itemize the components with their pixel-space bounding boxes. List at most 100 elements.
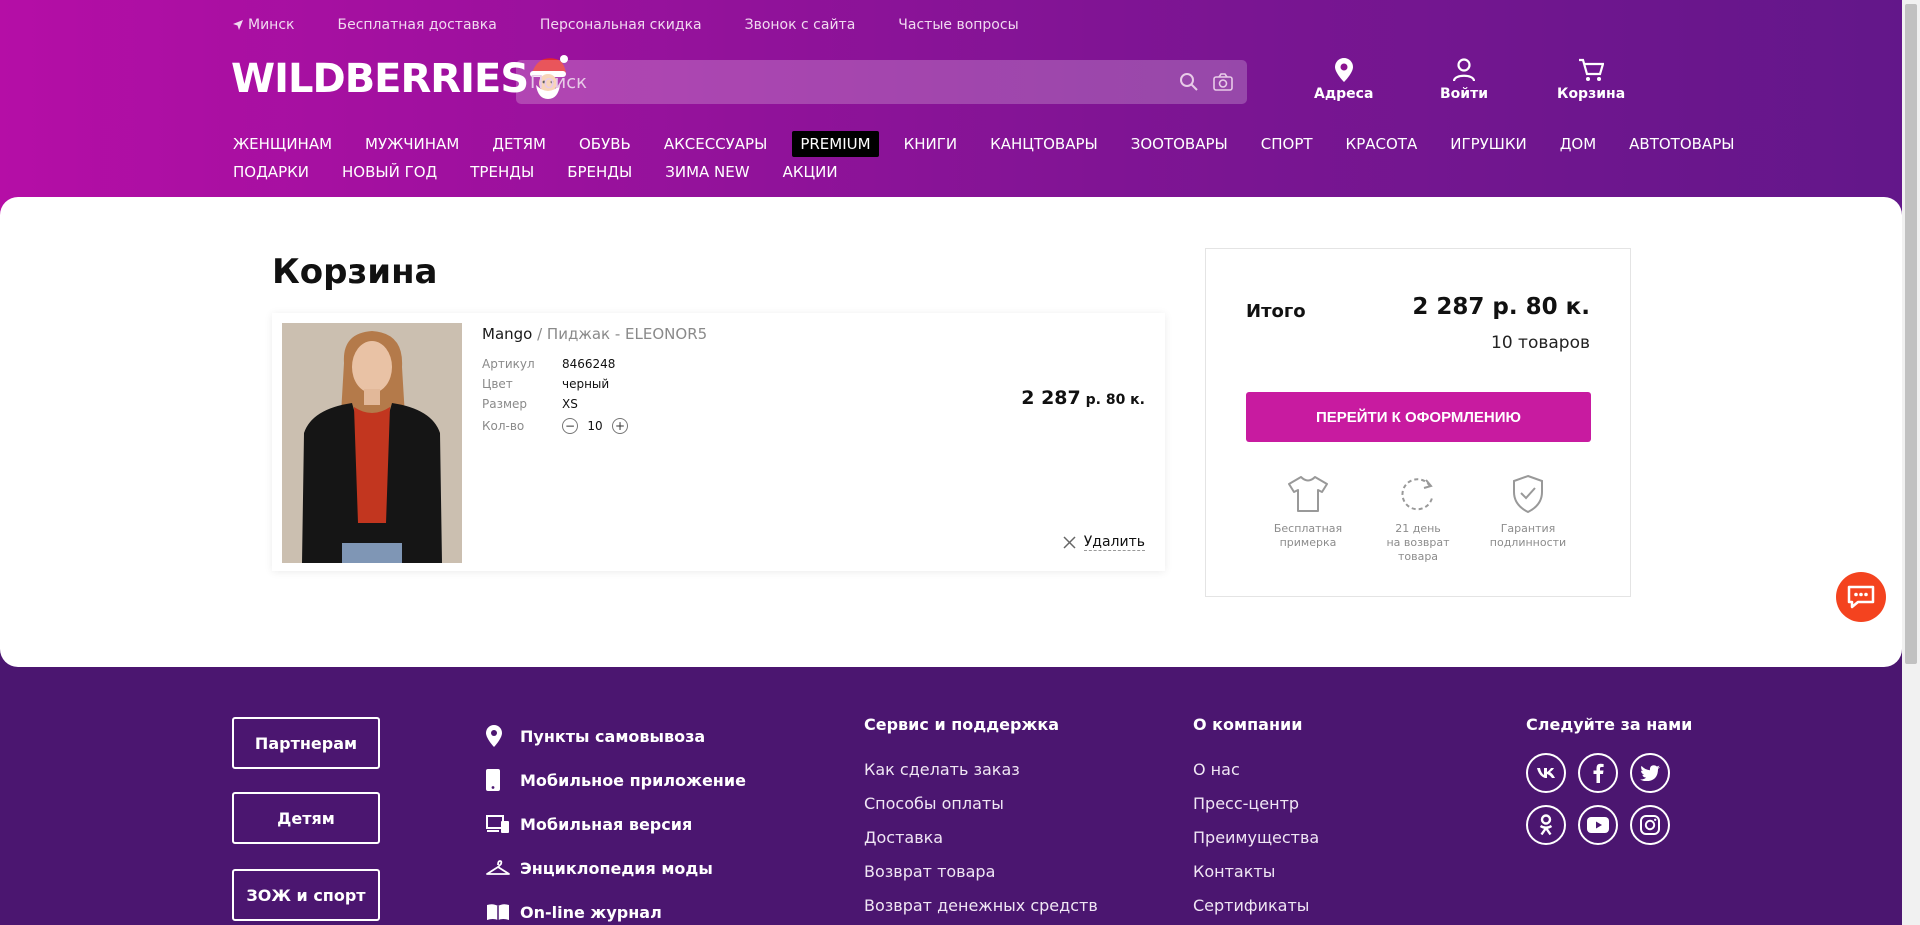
perk-line: подлинности [1489, 536, 1567, 549]
category-women[interactable]: ЖЕНЩИНАМ [233, 135, 332, 153]
login-button[interactable]: Войти [1440, 58, 1488, 102]
facebook-link[interactable] [1578, 753, 1618, 793]
chat-button[interactable] [1836, 572, 1886, 622]
category-row-2: ПОДАРКИ НОВЫЙ ГОД ТРЕНДЫ БРЕНДЫ ЗИМА NEW… [233, 158, 1653, 186]
category-navigation: ЖЕНЩИНАМ МУЖЧИНАМ ДЕТЯМ ОБУВЬ АКСЕССУАРЫ… [233, 130, 1734, 186]
checkout-button[interactable]: ПЕРЕЙТИ К ОФОРМЛЕНИЮ [1246, 392, 1591, 442]
online-magazine-link[interactable]: On-line журнал [486, 890, 746, 925]
article-label: Артикул [482, 357, 535, 371]
page-title: Корзина [272, 252, 438, 292]
advantages-link[interactable]: Преимущества [1193, 821, 1319, 855]
shield-check-icon [1513, 474, 1543, 514]
refunds-link[interactable]: Возврат денежных средств [864, 889, 1098, 923]
page-scrollbar[interactable] [1902, 0, 1920, 925]
mobile-app-label: Мобильное приложение [520, 770, 746, 790]
delivery-link[interactable]: Доставка [864, 821, 1098, 855]
search-input[interactable] [530, 71, 1179, 93]
addresses-label: Адреса [1314, 86, 1374, 102]
camera-icon[interactable] [1213, 73, 1233, 91]
category-premium[interactable]: PREMIUM [792, 131, 879, 157]
instagram-link[interactable] [1630, 805, 1670, 845]
healthy-sport-button[interactable]: ЗОЖ и спорт [232, 869, 380, 921]
how-to-order-link[interactable]: Как сделать заказ [864, 753, 1098, 787]
twitter-icon [1640, 765, 1660, 781]
youtube-link[interactable] [1578, 805, 1618, 845]
category-books[interactable]: КНИГИ [904, 135, 958, 153]
tshirt-icon [1288, 476, 1328, 512]
perk-line: 21 день [1395, 522, 1441, 535]
pickup-points-label: Пункты самовывоза [520, 726, 706, 746]
mobile-app-link[interactable]: Мобильное приложение [486, 758, 746, 802]
devices-icon [486, 815, 509, 833]
certificates-link[interactable]: Сертификаты [1193, 889, 1319, 923]
free-delivery-link[interactable]: Бесплатная доставка [337, 17, 496, 33]
faq-link[interactable]: Частые вопросы [898, 17, 1018, 33]
scrollbar-thumb[interactable] [1905, 4, 1917, 664]
quantity-value[interactable]: 10 [584, 419, 606, 433]
pickup-points-link[interactable]: Пункты самовывоза [486, 714, 746, 758]
perk-authenticity: Гарантия подлинности [1478, 474, 1578, 564]
decrease-quantity-button[interactable]: − [562, 418, 578, 434]
category-sport[interactable]: СПОРТ [1261, 135, 1313, 153]
category-home[interactable]: ДОМ [1560, 135, 1596, 153]
login-label: Войти [1440, 86, 1489, 102]
kids-button[interactable]: Детям [232, 792, 380, 844]
category-toys[interactable]: ИГРУШКИ [1450, 135, 1526, 153]
category-gifts[interactable]: ПОДАРКИ [233, 163, 309, 181]
payment-methods-link[interactable]: Способы оплаты [864, 787, 1098, 821]
facebook-icon [1593, 763, 1604, 783]
odnoklassniki-icon [1539, 814, 1553, 836]
cart-label: Корзина [1557, 86, 1626, 102]
search-bar [516, 60, 1247, 104]
product-brand: Mango [482, 325, 533, 343]
delete-item-button[interactable]: Удалить [1063, 534, 1145, 551]
vk-link[interactable] [1526, 753, 1566, 793]
cart-button[interactable]: Корзина [1557, 58, 1625, 102]
location-link[interactable]: Минск [233, 17, 294, 33]
perk-return: 21 день на возврат товара [1368, 474, 1468, 564]
property-row: Артикул 8466248 [482, 354, 628, 374]
quantity-stepper: − 10 + [562, 418, 628, 434]
category-kids[interactable]: ДЕТЯМ [492, 135, 546, 153]
about-link[interactable]: О нас [1193, 753, 1319, 787]
category-stationery[interactable]: КАНЦТОВАРЫ [990, 135, 1098, 153]
mobile-version-link[interactable]: Мобильная версия [486, 802, 746, 846]
fashion-encyclopedia-link[interactable]: Энциклопедия моды [486, 846, 746, 890]
article-value: 8466248 [562, 357, 616, 371]
category-trends[interactable]: ТРЕНДЫ [470, 163, 534, 181]
category-new-year[interactable]: НОВЫЙ ГОД [342, 163, 437, 181]
category-shoes[interactable]: ОБУВЬ [579, 135, 631, 153]
increase-quantity-button[interactable]: + [612, 418, 628, 434]
category-winter-new[interactable]: ЗИМА NEW [665, 163, 749, 181]
close-icon [1063, 536, 1076, 549]
returns-link[interactable]: Возврат товара [864, 855, 1098, 889]
product-properties: Артикул 8466248 Цвет черный Размер XS Ко… [482, 354, 628, 438]
perks-list: Бесплатная примерка 21 день на возврат т… [1258, 474, 1578, 564]
refresh-icon [1401, 478, 1433, 511]
chat-bubble-icon [1847, 585, 1875, 609]
social-title: Следуйте за нами [1526, 715, 1693, 734]
partners-button[interactable]: Партнерам [232, 717, 380, 769]
product-photo[interactable] [282, 323, 462, 563]
footer-social-column: Следуйте за нами [1526, 714, 1692, 845]
callback-link[interactable]: Звонок с сайта [745, 17, 856, 33]
category-sales[interactable]: АКЦИИ [783, 163, 838, 181]
personal-discount-link[interactable]: Персональная скидка [540, 17, 702, 33]
search-icon[interactable] [1179, 72, 1199, 92]
category-accessories[interactable]: АКСЕССУАРЫ [664, 135, 768, 153]
category-auto[interactable]: АВТОТОВАРЫ [1629, 135, 1734, 153]
vk-icon [1537, 768, 1555, 778]
twitter-link[interactable] [1630, 753, 1670, 793]
hanger-icon [486, 860, 510, 875]
category-beauty[interactable]: КРАСОТА [1346, 135, 1418, 153]
category-pet-goods[interactable]: ЗООТОВАРЫ [1131, 135, 1228, 153]
cart-page: Корзина Mango / Пиджак - ELEONOR5 Артику… [0, 197, 1902, 667]
category-brands[interactable]: БРЕНДЫ [567, 163, 632, 181]
odnoklassniki-link[interactable] [1526, 805, 1566, 845]
product-title[interactable]: Mango / Пиджак - ELEONOR5 [482, 325, 707, 343]
press-center-link[interactable]: Пресс-центр [1193, 787, 1319, 821]
addresses-button[interactable]: Адреса [1314, 58, 1373, 102]
contacts-link[interactable]: Контакты [1193, 855, 1319, 889]
cart-item: Mango / Пиджак - ELEONOR5 Артикул 846624… [272, 313, 1165, 571]
category-men[interactable]: МУЖЧИНАМ [365, 135, 459, 153]
